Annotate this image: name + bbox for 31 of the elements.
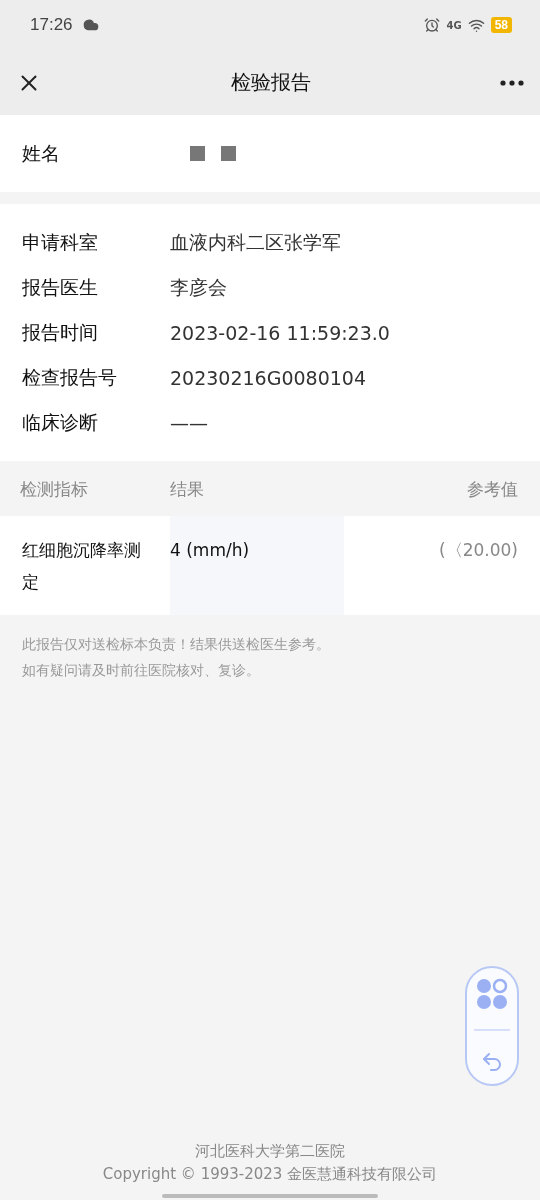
redaction-mark [221,146,236,161]
field-label: 报告时间 [22,319,99,345]
copyright-text: Copyright © 1993-2023 金医慧通科技有限公司 [102,1164,438,1185]
more-icon[interactable] [500,79,524,86]
field-label: 姓名 [22,140,61,166]
table-cell-text: (〈20.00) [438,539,519,562]
column-header: 结果 [170,477,205,501]
cloud-icon [82,17,99,33]
redaction-mark [190,146,205,161]
network-label: 4G [446,19,462,31]
field-label: 临床诊断 [22,409,99,435]
column-header: 检测指标 [20,477,89,501]
clover-icon[interactable] [476,977,508,1010]
column-header: 参考值 [466,477,518,501]
page-title: 检验报告 [231,69,311,96]
field-value: —— [170,411,208,434]
status-time: 17:26 [30,15,73,35]
battery-level: 58 [490,17,512,33]
table-cell: 4 (mm/h) [170,516,344,615]
field-value: 20230216G0080104 [170,366,367,389]
table-cell-text: 红细胞沉降率测定 [21,539,142,594]
disclaimer-note: 此报告仅对送检标本负责！结果供送检医生参考。 [22,635,331,654]
field-label: 报告医生 [22,274,99,300]
field-value: 李彦会 [170,274,227,300]
field-value: 2023-02-16 11:59:23.0 [170,321,390,344]
disclaimer-note: 如有疑问请及时前往医院核对、复诊。 [22,661,261,680]
field-value: 血液内科二区张学军 [170,229,341,255]
field-label: 检查报告号 [22,364,118,390]
alarm-icon [424,17,441,33]
field-label: 申请科室 [22,229,99,255]
hospital-name: 河北医科大学第二医院 [195,1141,345,1162]
